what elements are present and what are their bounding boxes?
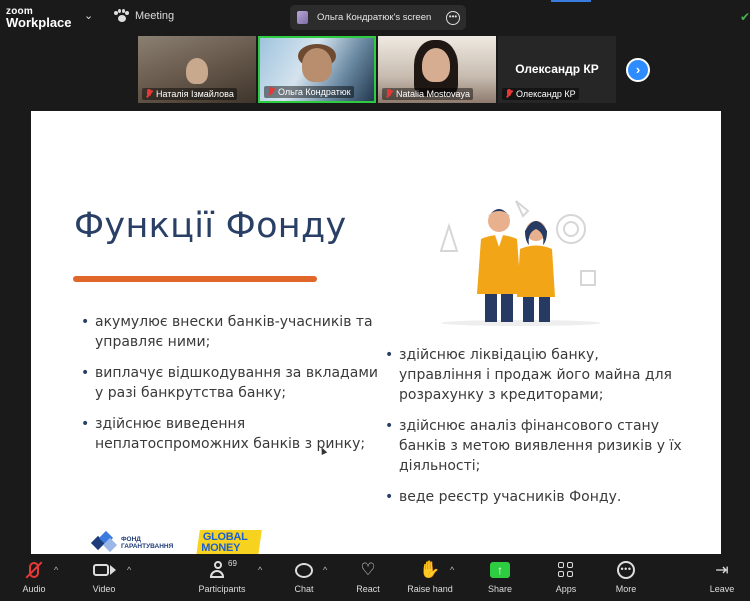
global-money-logo: GLOBAL MONEY bbox=[196, 530, 262, 554]
shared-screen-label: Ольга Кондратюк's screen bbox=[317, 12, 432, 23]
list-item: здійснює виведення неплатоспроможних бан… bbox=[79, 414, 379, 454]
leave-label: Leave bbox=[709, 584, 735, 594]
business-people-illustration bbox=[439, 200, 601, 326]
participants-icon: 69 bbox=[194, 559, 250, 581]
zoom-workplace-logo[interactable]: zoom Workplace bbox=[6, 6, 72, 30]
paw-icon bbox=[114, 9, 129, 23]
zoom-meeting-window: zoom Workplace ⌄ Meeting Ольга Кондратюк… bbox=[0, 0, 750, 601]
fund-logo-line1: ФОНД bbox=[121, 536, 141, 543]
share-arrow-icon: ↑ bbox=[490, 562, 510, 578]
functions-list-right: здійснює ліквідацію банку, управління і … bbox=[383, 345, 683, 518]
next-participants-arrow-icon[interactable]: › bbox=[626, 58, 650, 82]
deposit-guarantee-fund-logo: ФОНД ГАРАНТУВАННЯ bbox=[90, 530, 173, 553]
video-options-caret-icon[interactable]: ^ bbox=[127, 565, 131, 575]
camera-icon bbox=[92, 564, 109, 576]
screen-thumbnail-icon bbox=[297, 11, 308, 24]
list-item: акумулює внески банків-учасників та упра… bbox=[79, 312, 379, 352]
leave-button[interactable]: ⇥ Leave bbox=[706, 559, 738, 594]
participant-tile[interactable]: Наталія Ізмайлова bbox=[138, 36, 256, 103]
meeting-info-button[interactable]: Meeting bbox=[114, 9, 174, 23]
more-label: More bbox=[615, 584, 637, 594]
audio-options-caret-icon[interactable]: ^ bbox=[54, 565, 58, 575]
apps-button[interactable]: Apps bbox=[551, 559, 581, 594]
more-button[interactable]: ••• More bbox=[611, 559, 641, 594]
more-options-icon[interactable]: ••• bbox=[446, 10, 460, 25]
chevron-down-icon[interactable]: ⌄ bbox=[84, 9, 93, 22]
top-bar: zoom Workplace ⌄ Meeting Ольга Кондратюк… bbox=[0, 0, 750, 34]
participant-video bbox=[422, 48, 450, 82]
participant-name-tag: Наталія Ізмайлова bbox=[142, 88, 237, 100]
participant-video bbox=[302, 48, 332, 82]
camera-lens-icon bbox=[109, 565, 116, 575]
fund-logo-mark bbox=[90, 530, 118, 553]
title-underline bbox=[73, 276, 317, 282]
participant-tile[interactable]: Natalia Mostovaya bbox=[378, 36, 496, 103]
fund-logo-line2: ГАРАНТУВАННЯ bbox=[121, 543, 174, 550]
shared-slide: Функції Фонду акумулює внески банків-уча… bbox=[31, 111, 721, 554]
heart-icon: ♡ bbox=[360, 560, 376, 579]
meeting-label: Meeting bbox=[135, 10, 175, 22]
participant-name-tag: Ольга Кондратюк bbox=[264, 86, 354, 98]
participants-label: Participants bbox=[198, 584, 246, 594]
audio-label: Audio bbox=[22, 584, 46, 594]
react-label: React bbox=[356, 584, 380, 594]
video-label: Video bbox=[92, 584, 116, 594]
participants-options-caret-icon[interactable]: ^ bbox=[258, 565, 262, 575]
participants-count: 69 bbox=[228, 559, 237, 568]
list-item: веде реєстр учасників Фонду. bbox=[383, 487, 683, 507]
raise-hand-label: Raise hand bbox=[407, 584, 453, 594]
participants-button[interactable]: 69 Participants bbox=[194, 559, 250, 594]
participant-display-name: Олександр КР bbox=[515, 62, 599, 76]
global-money-line2: MONEY bbox=[201, 542, 241, 554]
participant-name: Наталія Ізмайлова bbox=[156, 89, 234, 99]
mic-muted-icon bbox=[385, 89, 393, 99]
top-accent-line bbox=[551, 0, 591, 2]
security-shield-icon[interactable]: ✔ bbox=[740, 10, 750, 24]
chat-bubble-icon bbox=[295, 562, 313, 578]
participant-video bbox=[186, 58, 208, 84]
mic-muted-icon bbox=[505, 89, 513, 99]
fund-logo-text: ФОНД ГАРАНТУВАННЯ bbox=[121, 536, 173, 550]
participant-name: Natalia Mostovaya bbox=[396, 89, 471, 99]
chat-button[interactable]: Chat bbox=[289, 559, 319, 594]
chat-options-caret-icon[interactable]: ^ bbox=[323, 565, 327, 575]
apps-grid-icon bbox=[558, 562, 574, 578]
functions-list-left: акумулює внески банків-учасників та упра… bbox=[79, 312, 379, 465]
more-dots-icon: ••• bbox=[617, 561, 635, 579]
mic-muted-icon bbox=[145, 89, 153, 99]
react-button[interactable]: ♡ React bbox=[352, 559, 384, 595]
apps-label: Apps bbox=[555, 584, 577, 594]
participant-name-tag: Natalia Mostovaya bbox=[382, 88, 474, 100]
raise-hand-options-caret-icon[interactable]: ^ bbox=[450, 565, 454, 575]
list-item: виплачує відшкодування за вкладами у раз… bbox=[79, 363, 379, 403]
participant-name-tag: Олександр КР bbox=[502, 88, 579, 100]
chat-label: Chat bbox=[294, 584, 314, 594]
mic-muted-icon bbox=[267, 87, 275, 97]
workplace-logo-text: Workplace bbox=[6, 15, 72, 30]
leave-door-icon: ⇥ bbox=[715, 562, 729, 579]
shared-screen-pill[interactable]: Ольга Кондратюк's screen ••• bbox=[290, 5, 466, 30]
share-label: Share bbox=[487, 584, 513, 594]
participant-name: Олександр КР bbox=[516, 89, 576, 99]
raise-hand-button[interactable]: ✋ Raise hand bbox=[405, 559, 455, 595]
video-button[interactable]: Video bbox=[86, 559, 122, 594]
participant-tile[interactable]: Олександр КР Олександр КР bbox=[498, 36, 616, 103]
meeting-controls-toolbar: Audio ^ Video ^ 69 Participants ^ Chat ^… bbox=[0, 555, 750, 601]
participant-tile-active-speaker[interactable]: Ольга Кондратюк bbox=[258, 36, 376, 103]
participant-name: Ольга Кондратюк bbox=[278, 87, 351, 97]
list-item: здійснює ліквідацію банку, управління і … bbox=[383, 345, 683, 405]
hand-icon: ✋ bbox=[419, 560, 441, 579]
audio-button[interactable]: Audio bbox=[16, 559, 52, 594]
share-button[interactable]: ↑ Share bbox=[484, 559, 516, 594]
list-item: здійснює аналіз фінансового стану банків… bbox=[383, 416, 683, 476]
slide-title: Функції Фонду bbox=[74, 206, 347, 246]
